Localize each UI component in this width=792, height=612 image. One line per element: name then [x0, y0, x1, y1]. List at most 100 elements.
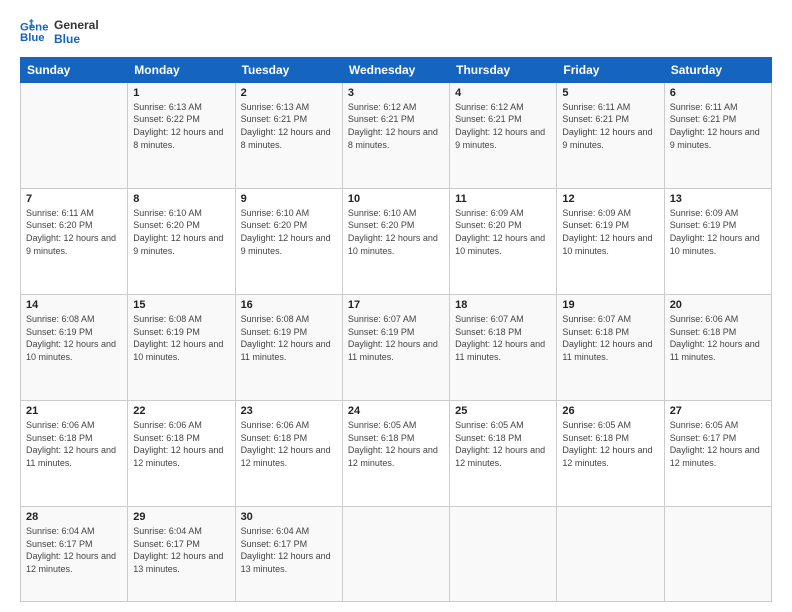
day-cell — [557, 507, 664, 602]
day-cell: 6Sunrise: 6:11 AMSunset: 6:21 PMDaylight… — [664, 82, 771, 188]
day-info: Sunrise: 6:13 AMSunset: 6:21 PMDaylight:… — [241, 101, 337, 151]
day-number: 8 — [133, 193, 229, 205]
day-cell — [21, 82, 128, 188]
day-info: Sunrise: 6:10 AMSunset: 6:20 PMDaylight:… — [348, 207, 444, 257]
svg-text:Blue: Blue — [20, 32, 45, 44]
day-cell: 18 Sunrise: 6:07 AMSunset: 6:18 PMDayligh… — [450, 294, 557, 400]
day-number: 19 — [562, 299, 658, 311]
day-info: Sunrise: 6:08 AMSunset: 6:19 PMDaylight:… — [26, 313, 122, 363]
col-header-thursday: Thursday — [450, 57, 557, 82]
day-info: Sunrise: 6:05 AMSunset: 6:18 PMDaylight:… — [348, 419, 444, 469]
day-number: 28 — [26, 511, 122, 523]
day-cell: 4Sunrise: 6:12 AMSunset: 6:21 PMDaylight… — [450, 82, 557, 188]
day-number: 25 — [455, 405, 551, 417]
calendar-table: SundayMondayTuesdayWednesdayThursdayFrid… — [20, 57, 772, 602]
day-number: 1 — [133, 87, 229, 99]
day-number: 26 — [562, 405, 658, 417]
day-number: 3 — [348, 87, 444, 99]
day-cell: 7 Sunrise: 6:11 AMSunset: 6:20 PMDaylight… — [21, 188, 128, 294]
week-row-5: 28 Sunrise: 6:04 AMSunset: 6:17 PMDayligh… — [21, 507, 772, 602]
day-info: Sunrise: 6:11 AMSunset: 6:21 PMDaylight:… — [670, 101, 766, 151]
day-info: Sunrise: 6:05 AMSunset: 6:18 PMDaylight:… — [562, 419, 658, 469]
day-info: Sunrise: 6:04 AMSunset: 6:17 PMDaylight:… — [26, 525, 122, 575]
day-cell: 2 Sunrise: 6:13 AMSunset: 6:21 PMDaylight… — [235, 82, 342, 188]
day-cell: 20 Sunrise: 6:06 AMSunset: 6:18 PMDayligh… — [664, 294, 771, 400]
header: General Blue General Blue — [20, 18, 772, 47]
week-row-3: 14 Sunrise: 6:08 AMSunset: 6:19 PMDayligh… — [21, 294, 772, 400]
day-info: Sunrise: 6:07 AMSunset: 6:18 PMDaylight:… — [455, 313, 551, 363]
day-cell: 21Sunrise: 6:06 AMSunset: 6:18 PMDayligh… — [21, 400, 128, 506]
day-cell: 1 Sunrise: 6:13 AMSunset: 6:22 PMDaylight… — [128, 82, 235, 188]
day-info: Sunrise: 6:10 AMSunset: 6:20 PMDaylight:… — [241, 207, 337, 257]
day-cell: 13 Sunrise: 6:09 AMSunset: 6:19 PMDayligh… — [664, 188, 771, 294]
day-cell: 3 Sunrise: 6:12 AMSunset: 6:21 PMDaylight… — [342, 82, 449, 188]
logo-line2: Blue — [54, 32, 99, 46]
day-cell: 9 Sunrise: 6:10 AMSunset: 6:20 PMDaylight… — [235, 188, 342, 294]
day-cell — [664, 507, 771, 602]
day-number: 13 — [670, 193, 766, 205]
day-info: Sunrise: 6:11 AMSunset: 6:21 PMDaylight:… — [562, 101, 658, 151]
day-info: Sunrise: 6:08 AMSunset: 6:19 PMDaylight:… — [241, 313, 337, 363]
day-cell: 23Sunrise: 6:06 AMSunset: 6:18 PMDayligh… — [235, 400, 342, 506]
day-number: 12 — [562, 193, 658, 205]
day-cell: 10Sunrise: 6:10 AMSunset: 6:20 PMDayligh… — [342, 188, 449, 294]
week-row-1: 1 Sunrise: 6:13 AMSunset: 6:22 PMDaylight… — [21, 82, 772, 188]
day-cell: 16 Sunrise: 6:08 AMSunset: 6:19 PMDayligh… — [235, 294, 342, 400]
col-header-sunday: Sunday — [21, 57, 128, 82]
logo: General Blue General Blue — [20, 18, 99, 47]
day-number: 2 — [241, 87, 337, 99]
day-cell: 22 Sunrise: 6:06 AMSunset: 6:18 PMDayligh… — [128, 400, 235, 506]
day-number: 20 — [670, 299, 766, 311]
day-number: 24 — [348, 405, 444, 417]
day-number: 7 — [26, 193, 122, 205]
day-number: 16 — [241, 299, 337, 311]
day-number: 5 — [562, 87, 658, 99]
day-cell: 30Sunrise: 6:04 AMSunset: 6:17 PMDayligh… — [235, 507, 342, 602]
day-number: 11 — [455, 193, 551, 205]
day-cell — [342, 507, 449, 602]
day-info: Sunrise: 6:05 AMSunset: 6:18 PMDaylight:… — [455, 419, 551, 469]
day-cell: 24 Sunrise: 6:05 AMSunset: 6:18 PMDayligh… — [342, 400, 449, 506]
week-row-4: 21Sunrise: 6:06 AMSunset: 6:18 PMDayligh… — [21, 400, 772, 506]
day-number: 17 — [348, 299, 444, 311]
day-info: Sunrise: 6:10 AMSunset: 6:20 PMDaylight:… — [133, 207, 229, 257]
day-number: 30 — [241, 511, 337, 523]
day-number: 4 — [455, 87, 551, 99]
day-info: Sunrise: 6:05 AMSunset: 6:17 PMDaylight:… — [670, 419, 766, 469]
day-cell: 26 Sunrise: 6:05 AMSunset: 6:18 PMDayligh… — [557, 400, 664, 506]
col-header-tuesday: Tuesday — [235, 57, 342, 82]
day-number: 18 — [455, 299, 551, 311]
day-cell: 28 Sunrise: 6:04 AMSunset: 6:17 PMDayligh… — [21, 507, 128, 602]
day-number: 22 — [133, 405, 229, 417]
day-cell: 14 Sunrise: 6:08 AMSunset: 6:19 PMDayligh… — [21, 294, 128, 400]
day-cell: 8 Sunrise: 6:10 AMSunset: 6:20 PMDaylight… — [128, 188, 235, 294]
day-info: Sunrise: 6:09 AMSunset: 6:20 PMDaylight:… — [455, 207, 551, 257]
header-row: SundayMondayTuesdayWednesdayThursdayFrid… — [21, 57, 772, 82]
day-info: Sunrise: 6:07 AMSunset: 6:19 PMDaylight:… — [348, 313, 444, 363]
day-cell: 27 Sunrise: 6:05 AMSunset: 6:17 PMDayligh… — [664, 400, 771, 506]
day-cell: 5 Sunrise: 6:11 AMSunset: 6:21 PMDaylight… — [557, 82, 664, 188]
day-number: 27 — [670, 405, 766, 417]
col-header-monday: Monday — [128, 57, 235, 82]
col-header-friday: Friday — [557, 57, 664, 82]
day-number: 14 — [26, 299, 122, 311]
logo-line1: General — [54, 18, 99, 32]
week-row-2: 7 Sunrise: 6:11 AMSunset: 6:20 PMDaylight… — [21, 188, 772, 294]
col-header-wednesday: Wednesday — [342, 57, 449, 82]
day-info: Sunrise: 6:06 AMSunset: 6:18 PMDaylight:… — [133, 419, 229, 469]
logo-icon: General Blue — [20, 18, 48, 46]
day-cell: 29Sunrise: 6:04 AMSunset: 6:17 PMDayligh… — [128, 507, 235, 602]
day-cell: 19Sunrise: 6:07 AMSunset: 6:18 PMDayligh… — [557, 294, 664, 400]
day-info: Sunrise: 6:09 AMSunset: 6:19 PMDaylight:… — [670, 207, 766, 257]
day-info: Sunrise: 6:13 AMSunset: 6:22 PMDaylight:… — [133, 101, 229, 151]
day-info: Sunrise: 6:08 AMSunset: 6:19 PMDaylight:… — [133, 313, 229, 363]
day-info: Sunrise: 6:11 AMSunset: 6:20 PMDaylight:… — [26, 207, 122, 257]
calendar-page: General Blue General Blue SundayMondayTu… — [0, 0, 792, 612]
day-number: 9 — [241, 193, 337, 205]
day-number: 23 — [241, 405, 337, 417]
day-info: Sunrise: 6:12 AMSunset: 6:21 PMDaylight:… — [348, 101, 444, 151]
day-info: Sunrise: 6:06 AMSunset: 6:18 PMDaylight:… — [670, 313, 766, 363]
day-cell: 25 Sunrise: 6:05 AMSunset: 6:18 PMDayligh… — [450, 400, 557, 506]
day-cell: 15Sunrise: 6:08 AMSunset: 6:19 PMDayligh… — [128, 294, 235, 400]
day-info: Sunrise: 6:09 AMSunset: 6:19 PMDaylight:… — [562, 207, 658, 257]
